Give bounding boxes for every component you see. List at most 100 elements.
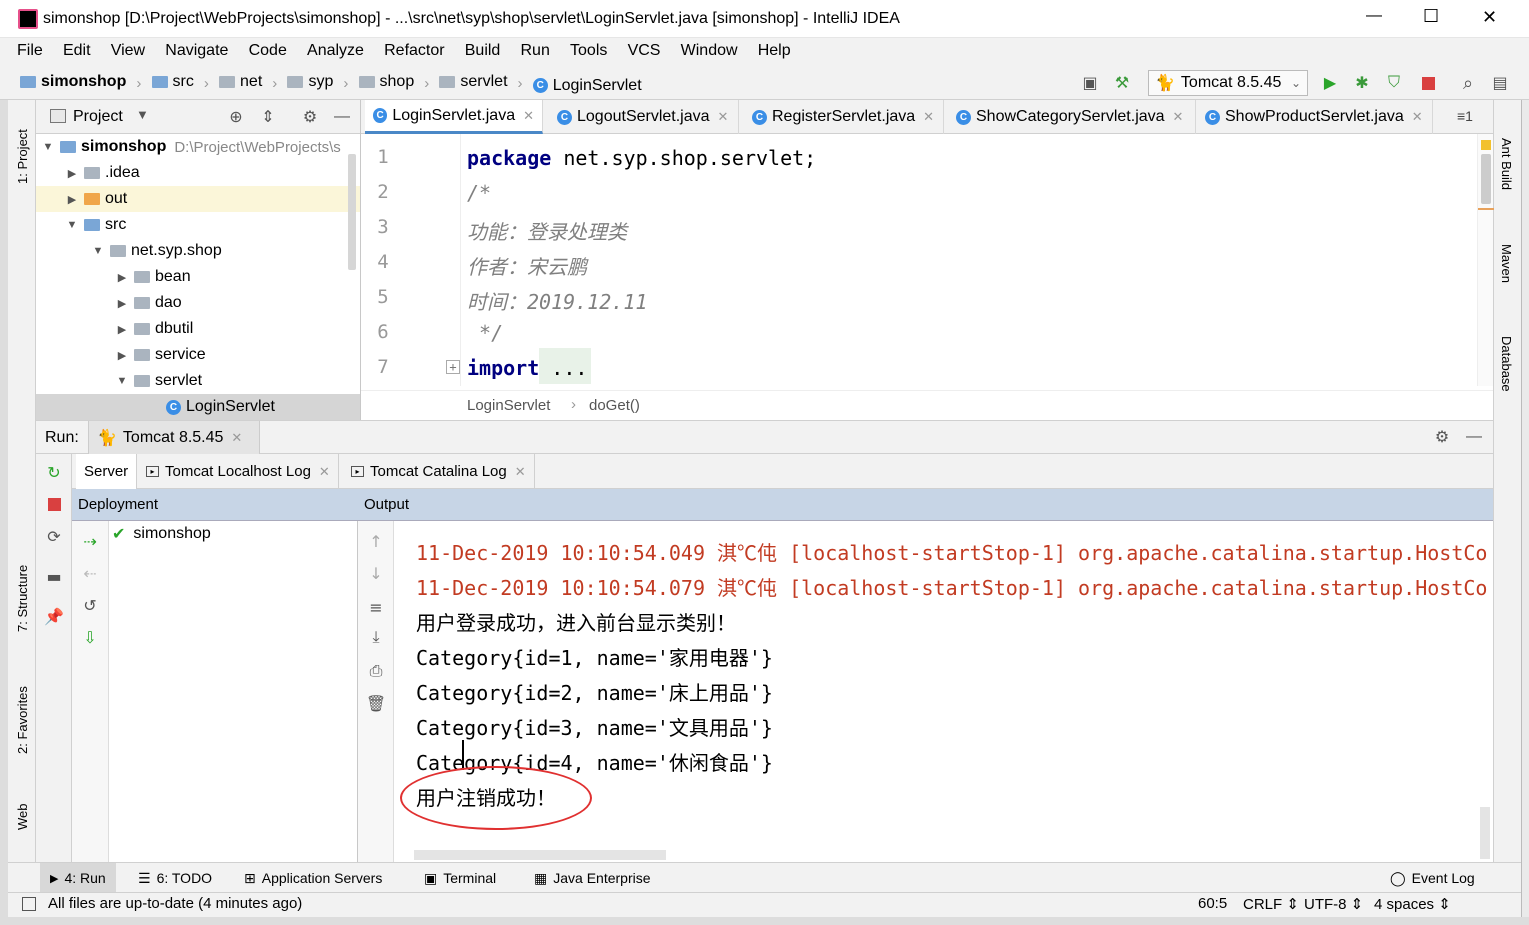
menu-help[interactable]: Help: [758, 42, 791, 60]
horizontal-scrollbar[interactable]: [414, 850, 666, 860]
project-view-icon[interactable]: ▤: [1490, 73, 1510, 93]
editor-scrollbar[interactable]: [1477, 134, 1494, 386]
tab-logoutservlet[interactable]: C LogoutServlet.java ✕: [549, 100, 739, 134]
tab-loginservlet[interactable]: C LoginServlet.java ✕: [365, 100, 543, 134]
crumb-loginservlet[interactable]: C LoginServlet: [532, 77, 642, 95]
tab-catalina-log[interactable]: ▸ Tomcat Catalina Log ✕: [343, 454, 535, 489]
tree-item-dbutil[interactable]: ▶ dbutil: [36, 316, 360, 342]
crumb-method[interactable]: doGet(): [589, 397, 640, 414]
tree-item-idea[interactable]: ▶ .idea: [36, 160, 360, 186]
file-encoding[interactable]: UTF-8 ⇕: [1304, 895, 1363, 913]
build-hammer-icon[interactable]: ⚒: [1112, 73, 1132, 93]
crumb-simonshop[interactable]: simonshop: [20, 73, 126, 91]
tool-maven[interactable]: Maven: [1499, 244, 1514, 294]
tab-overflow-button[interactable]: ≡1: [1457, 108, 1473, 124]
tool-todo[interactable]: ☰ 6: TODO: [138, 863, 212, 893]
chevron-right-icon[interactable]: ▶: [64, 193, 80, 206]
menu-vcs[interactable]: VCS: [628, 42, 661, 60]
close-icon[interactable]: ✕: [515, 464, 526, 480]
menu-tools[interactable]: Tools: [570, 42, 607, 60]
project-panel-title[interactable]: Project: [73, 108, 123, 126]
locate-icon[interactable]: ⊕: [226, 107, 246, 127]
close-button[interactable]: ✕: [1482, 7, 1497, 28]
tool-favorites[interactable]: 2: Favorites: [15, 678, 30, 754]
tool-event-log[interactable]: ◯ Event Log: [1390, 863, 1475, 893]
crumb-syp[interactable]: syp: [287, 73, 333, 91]
maximize-button[interactable]: ☐: [1423, 6, 1439, 27]
tab-localhost-log[interactable]: ▸ Tomcat Localhost Log ✕: [138, 454, 339, 489]
close-icon[interactable]: ✕: [923, 109, 934, 125]
tree-scrollbar[interactable]: [348, 154, 356, 270]
tree-item-servlet[interactable]: ▼ servlet: [36, 368, 360, 394]
tree-item-net-syp-shop[interactable]: ▼ net.syp.shop: [36, 238, 360, 264]
gear-icon[interactable]: ⚙: [1432, 427, 1452, 447]
deployment-item[interactable]: ✔ simonshop: [112, 524, 211, 544]
tool-web[interactable]: Web: [15, 798, 30, 831]
project-structure-icon[interactable]: ▣: [1080, 73, 1100, 93]
pin-icon[interactable]: 📌: [44, 606, 64, 626]
console-output[interactable]: ▔ ▔ ▔ ▔ ▔ ▔ ▔ ▔ ▔ ▔ ▔ ▔ ▔ ▔ ▔ 11-Dec-201…: [394, 521, 1493, 862]
hide-icon[interactable]: —: [332, 107, 352, 127]
update-icon[interactable]: ⟳: [44, 526, 64, 546]
tree-item-out[interactable]: ▶ out: [36, 186, 360, 212]
menu-run[interactable]: Run: [521, 42, 550, 60]
code-editor[interactable]: package net.syp.shop.servlet; /* 功能：登录处理…: [461, 134, 1477, 386]
chevron-right-icon[interactable]: ▶: [114, 323, 130, 336]
chevron-down-icon[interactable]: ▼: [90, 245, 106, 257]
tree-item-dao[interactable]: ▶ dao: [36, 290, 360, 316]
tree-item-src[interactable]: ▼ src: [36, 212, 360, 238]
tool-database[interactable]: Database: [1499, 336, 1514, 402]
collapse-all-icon[interactable]: ⇕: [258, 107, 278, 127]
deploy-icon[interactable]: ⇢: [80, 531, 100, 551]
run-icon[interactable]: ▶: [1320, 73, 1340, 93]
menu-edit[interactable]: Edit: [63, 42, 91, 60]
tool-run[interactable]: ▶ 4: Run: [40, 863, 116, 893]
hide-icon[interactable]: —: [1464, 427, 1484, 447]
tab-showcategoryservlet[interactable]: C ShowCategoryServlet.java ✕: [948, 100, 1196, 134]
line-separator[interactable]: CRLF ⇕: [1243, 895, 1299, 913]
scroll-to-end-icon[interactable]: ⤓: [366, 627, 386, 647]
refresh-icon[interactable]: ↺: [80, 595, 100, 615]
tree-item-simonshop[interactable]: ▼ simonshop D:\Project\WebProjects\s: [36, 134, 360, 160]
stop-icon[interactable]: [44, 494, 64, 514]
tree-item-service[interactable]: ▶ service: [36, 342, 360, 368]
status-message[interactable]: All files are up-to-date (4 minutes ago): [48, 895, 302, 912]
scroll-thumb[interactable]: [1481, 154, 1491, 204]
gear-icon[interactable]: ⚙: [300, 107, 320, 127]
indent-setting[interactable]: 4 spaces ⇕: [1374, 895, 1451, 913]
tool-terminal[interactable]: ▣ Terminal: [424, 863, 496, 893]
close-icon[interactable]: ✕: [1173, 109, 1184, 125]
menu-window[interactable]: Window: [681, 42, 738, 60]
chevron-down-icon[interactable]: ▼: [64, 219, 80, 231]
menu-navigate[interactable]: Navigate: [165, 42, 228, 60]
crumb-shop[interactable]: shop: [358, 73, 414, 91]
search-icon[interactable]: ⌕: [1458, 73, 1478, 93]
tab-server[interactable]: Server: [76, 454, 138, 489]
arrow-up-icon[interactable]: ↑: [366, 531, 386, 551]
tool-project[interactable]: 1: Project: [15, 114, 30, 184]
status-toggle-icon[interactable]: [22, 897, 36, 911]
layout-icon[interactable]: ▬: [44, 566, 64, 586]
crumb-net[interactable]: net: [219, 73, 262, 91]
chevron-right-icon[interactable]: ▶: [114, 297, 130, 310]
debug-icon[interactable]: ✱: [1352, 73, 1372, 93]
tree-item-loginservlet[interactable]: C LoginServlet: [36, 394, 360, 420]
menu-build[interactable]: Build: [465, 42, 501, 60]
arrow-down-icon[interactable]: ↓: [366, 563, 386, 583]
run-config-tab[interactable]: 🐈 Tomcat 8.5.45 ✕: [88, 421, 260, 454]
close-icon[interactable]: ✕: [231, 430, 242, 446]
trash-icon[interactable]: 🗑: [366, 693, 386, 713]
close-icon[interactable]: ✕: [523, 108, 534, 124]
tool-application-servers[interactable]: ⊞ Application Servers: [244, 863, 382, 893]
chevron-right-icon[interactable]: ▶: [114, 271, 130, 284]
tree-item-bean[interactable]: ▶ bean: [36, 264, 360, 290]
minimize-button[interactable]: —: [1366, 7, 1382, 25]
close-icon[interactable]: ✕: [319, 464, 330, 480]
menu-code[interactable]: Code: [249, 42, 287, 60]
menu-view[interactable]: View: [111, 42, 145, 60]
tab-registerservlet[interactable]: C RegisterServlet.java ✕: [744, 100, 944, 134]
fold-expand-icon[interactable]: +: [446, 360, 460, 374]
undeploy-icon[interactable]: ⇠: [80, 563, 100, 583]
tool-ant-build[interactable]: Ant Build: [1499, 138, 1514, 204]
print-icon[interactable]: ⎙: [366, 661, 386, 681]
